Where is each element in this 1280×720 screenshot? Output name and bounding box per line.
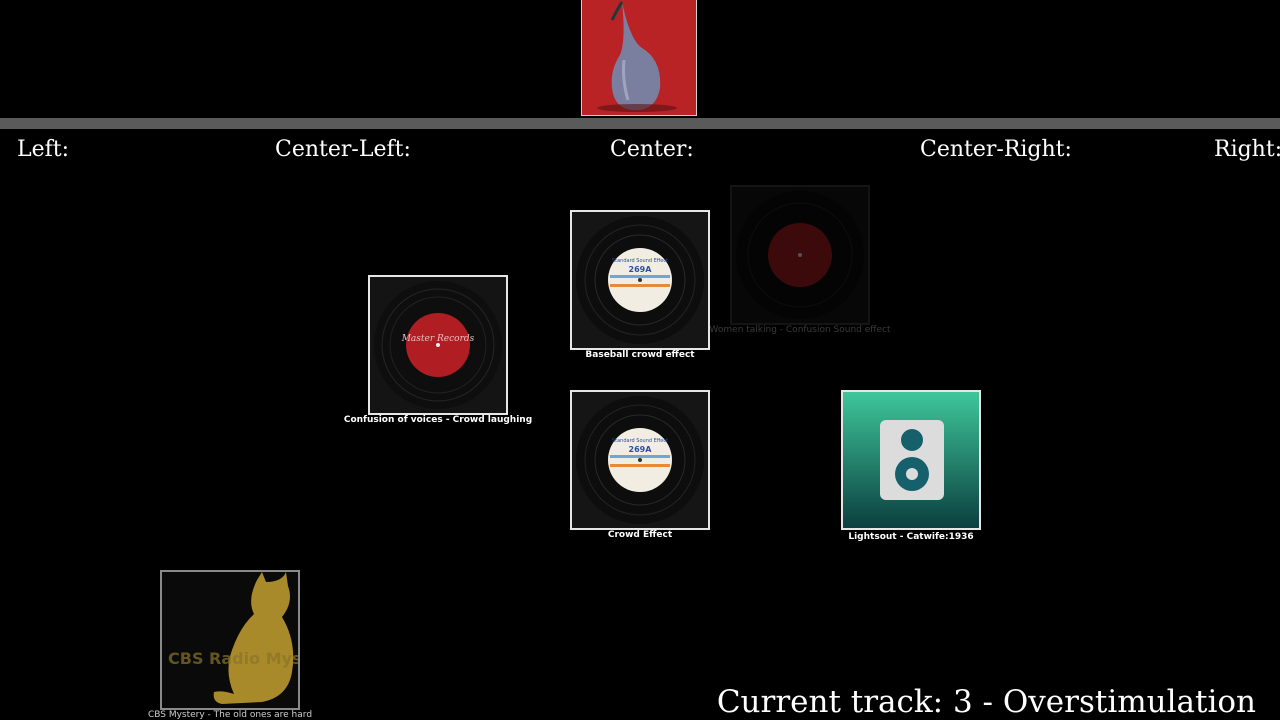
svg-text:269A: 269A	[629, 445, 653, 454]
track-caption-lightsout: Lightsout - Catwife:1936	[848, 532, 974, 542]
track-caption-women-talking: Women talking - Confusion Sound effect	[709, 325, 891, 335]
svg-text:CBS Radio Mystery: CBS Radio Mystery	[168, 649, 298, 668]
svg-text:Standard Sound Effect: Standard Sound Effect	[612, 258, 668, 264]
track-caption-confusion-voices: Confusion of voices - Crowd laughing	[343, 415, 533, 425]
vinyl-record-icon: Standard Sound Effect 269A	[572, 212, 708, 348]
vinyl-record-icon	[732, 187, 868, 323]
vinyl-record-icon: Standard Sound Effect 269A	[572, 392, 708, 528]
track-tile-crowd-effect[interactable]: Standard Sound Effect 269A	[570, 390, 710, 530]
track-tile-baseball-crowd[interactable]: Standard Sound Effect 269A	[570, 210, 710, 350]
position-label-left: Left:	[17, 137, 70, 162]
position-label-right: Right:	[1214, 137, 1280, 162]
track-tile-women-talking[interactable]	[730, 185, 870, 325]
track-caption-baseball-crowd: Baseball crowd effect	[585, 350, 695, 360]
divider	[0, 118, 1280, 129]
now-playing-artwork	[581, 0, 697, 116]
track-caption-crowd-effect: Crowd Effect	[607, 530, 673, 540]
vinyl-record-icon: Master Records	[370, 277, 506, 413]
position-label-center-left: Center-Left:	[275, 137, 411, 162]
position-label-center-right: Center-Right:	[920, 137, 1072, 162]
position-label-center: Center:	[610, 137, 694, 162]
track-tile-lightsout[interactable]	[841, 390, 981, 530]
speaker-icon	[843, 392, 979, 528]
svg-text:Standard Sound Effect: Standard Sound Effect	[612, 438, 668, 444]
track-tile-cbs-mystery[interactable]: CBS Radio Mystery	[160, 570, 300, 710]
cat-icon: CBS Radio Mystery	[162, 572, 298, 708]
svg-text:Master Records: Master Records	[401, 334, 475, 344]
svg-text:269A: 269A	[629, 265, 653, 274]
current-track-label: Current track: 3 - Overstimulation	[716, 684, 1256, 720]
track-caption-cbs-mystery: CBS Mystery - The old ones are hard	[147, 710, 313, 720]
track-tile-confusion-voices[interactable]: Master Records	[368, 275, 508, 415]
